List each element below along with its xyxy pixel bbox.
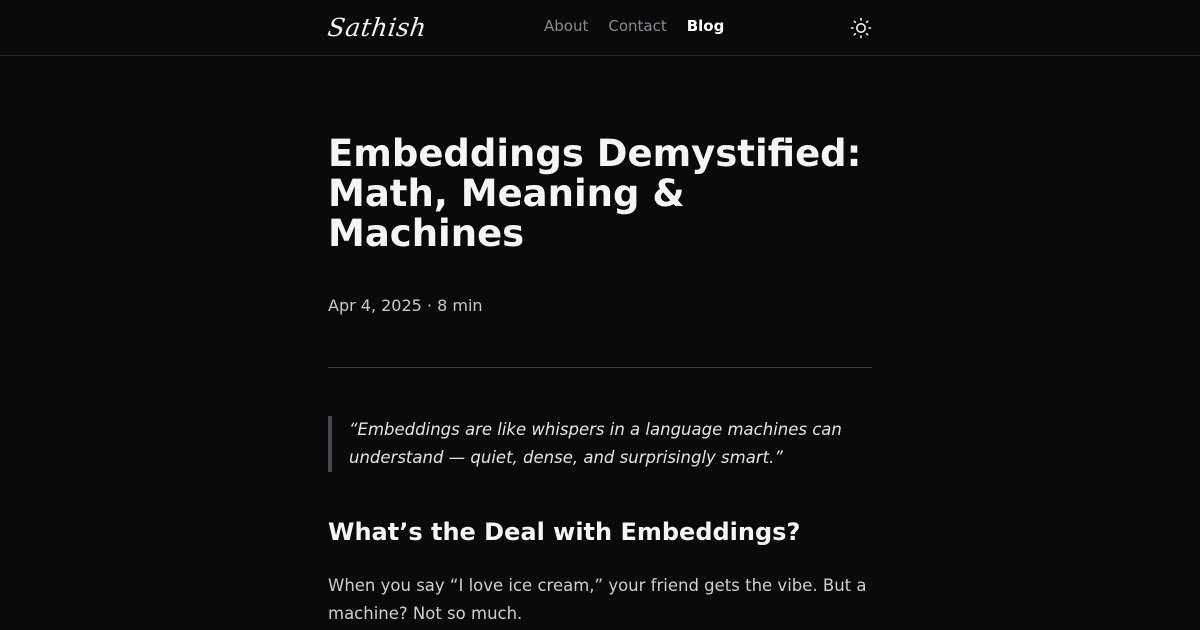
article-quote: “Embeddings are like whispers in a langu… bbox=[328, 416, 872, 472]
divider bbox=[328, 367, 872, 368]
nav-item-about[interactable]: About bbox=[544, 17, 588, 35]
sun-icon bbox=[850, 17, 872, 39]
main-nav: About Contact Blog bbox=[544, 17, 724, 35]
article-content: Embeddings Demystified: Math, Meaning & … bbox=[328, 56, 872, 628]
article-paragraph: When you say “I love ice cream,” your fr… bbox=[328, 576, 867, 623]
nav-item-blog[interactable]: Blog bbox=[687, 17, 725, 35]
theme-toggle-button[interactable] bbox=[850, 17, 872, 39]
article-meta: Apr 4, 2025 · 8 min bbox=[328, 296, 483, 315]
section-heading: What’s the Deal with Embeddings? bbox=[328, 518, 801, 546]
site-logo[interactable]: Sathish bbox=[326, 13, 429, 42]
nav-item-contact[interactable]: Contact bbox=[608, 17, 666, 35]
site-header: Sathish About Contact Blog bbox=[0, 0, 1200, 56]
header-container: Sathish About Contact Blog bbox=[326, 0, 872, 55]
article-title: Embeddings Demystified: Math, Meaning & … bbox=[328, 132, 862, 255]
